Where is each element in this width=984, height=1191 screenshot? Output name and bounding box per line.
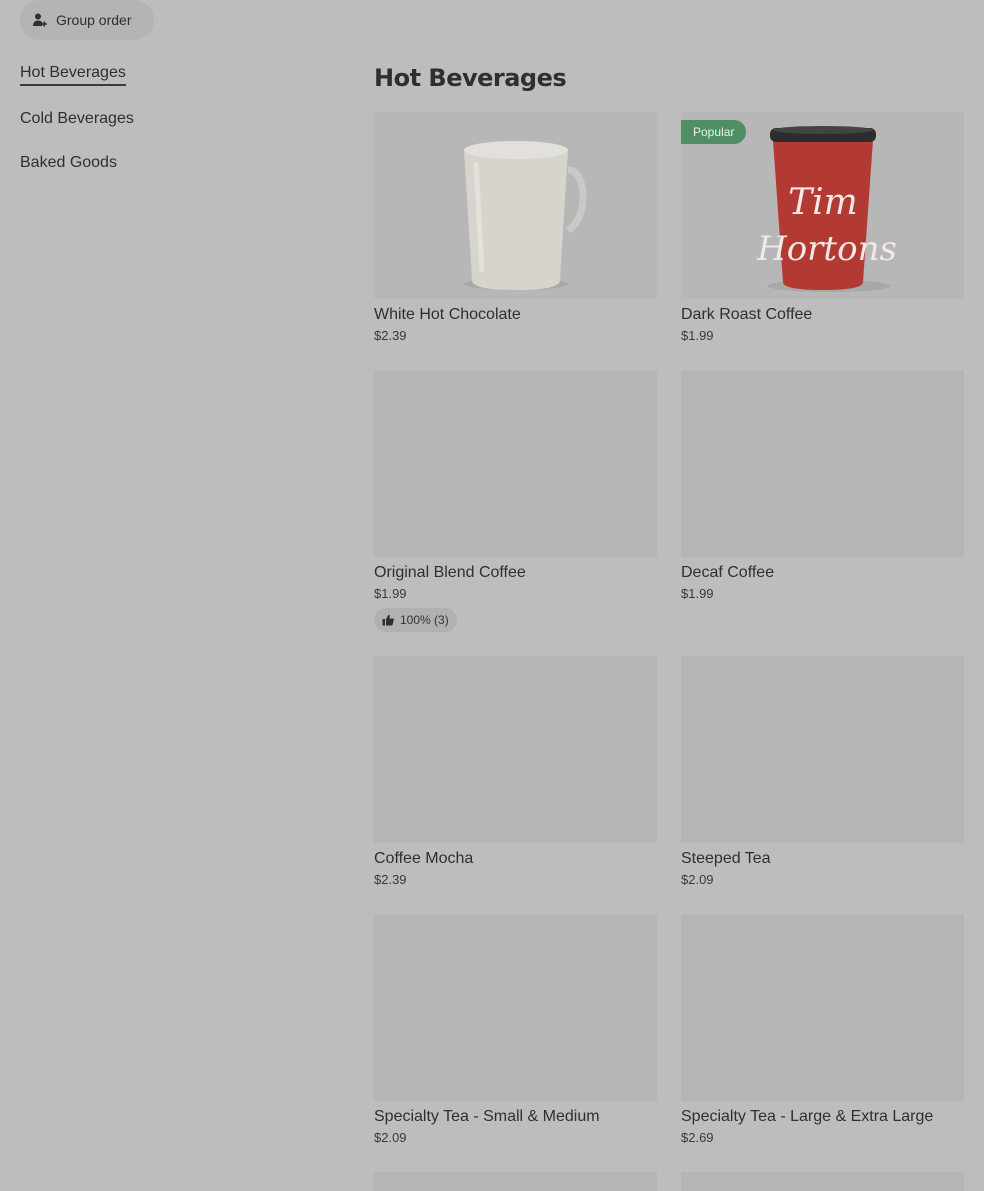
item-price: $2.39 — [374, 872, 407, 887]
group-order-label: Group order — [56, 12, 132, 28]
thumbs-up-icon — [382, 614, 394, 626]
item-name: Specialty Tea - Large & Extra Large — [681, 1108, 934, 1125]
section-title: Hot Beverages — [374, 64, 567, 92]
menu-item-card[interactable] — [374, 1172, 657, 1191]
sidebar-item-cold-beverages[interactable]: Cold Beverages — [20, 108, 134, 130]
item-price: $2.09 — [374, 1130, 407, 1145]
item-price: $1.99 — [374, 586, 407, 601]
rating-value: 100% (3) — [400, 613, 449, 627]
item-image — [374, 112, 657, 299]
popular-badge: Popular — [681, 120, 747, 144]
cup-logo-line-2: Hortons — [756, 229, 897, 269]
menu-item-card[interactable]: Decaf Coffee $1.99 — [681, 370, 964, 603]
menu-item-card[interactable] — [681, 1172, 964, 1191]
cup-logo-line-1: Tim — [788, 182, 858, 223]
item-name: Dark Roast Coffee — [681, 306, 813, 323]
menu-item-card[interactable]: White Hot Chocolate $2.39 — [374, 112, 657, 345]
item-image-placeholder — [374, 1172, 657, 1191]
item-image-placeholder — [681, 656, 964, 843]
item-image: Tim Hortons Popular — [681, 112, 964, 299]
item-name: Coffee Mocha — [374, 850, 474, 867]
item-price: $2.69 — [681, 1130, 714, 1145]
group-order-button[interactable]: Group order — [20, 0, 154, 40]
menu-item-card[interactable]: Specialty Tea - Large & Extra Large $2.6… — [681, 914, 964, 1147]
item-image-placeholder — [681, 914, 964, 1101]
item-name: Steeped Tea — [681, 850, 771, 867]
item-image-placeholder — [374, 370, 657, 557]
sidebar-item-baked-goods[interactable]: Baked Goods — [20, 152, 117, 174]
menu-item-card[interactable]: Steeped Tea $2.09 — [681, 656, 964, 889]
item-price: $2.39 — [374, 328, 407, 343]
menu-item-card[interactable]: Tim Hortons Popular Dark Roast Coffee $1… — [681, 112, 964, 345]
sidebar-item-hot-beverages[interactable]: Hot Beverages — [20, 62, 126, 86]
item-name: White Hot Chocolate — [374, 306, 521, 323]
item-name: Original Blend Coffee — [374, 564, 526, 581]
item-price: $1.99 — [681, 586, 714, 601]
item-image-placeholder — [681, 370, 964, 557]
item-image-placeholder — [374, 914, 657, 1101]
person-add-icon — [32, 12, 48, 28]
item-name: Specialty Tea - Small & Medium — [374, 1108, 600, 1125]
menu-item-card[interactable]: Original Blend Coffee $1.99 100% (3) — [374, 370, 657, 632]
item-price: $1.99 — [681, 328, 714, 343]
item-image-placeholder — [681, 1172, 964, 1191]
rating-badge: 100% (3) — [374, 608, 457, 632]
item-name: Decaf Coffee — [681, 564, 775, 581]
menu-item-card[interactable]: Coffee Mocha $2.39 — [374, 656, 657, 889]
item-image-placeholder — [374, 656, 657, 843]
item-price: $2.09 — [681, 872, 714, 887]
white-hot-chocolate-mug-image — [374, 112, 657, 299]
menu-item-card[interactable]: Specialty Tea - Small & Medium $2.09 — [374, 914, 657, 1147]
